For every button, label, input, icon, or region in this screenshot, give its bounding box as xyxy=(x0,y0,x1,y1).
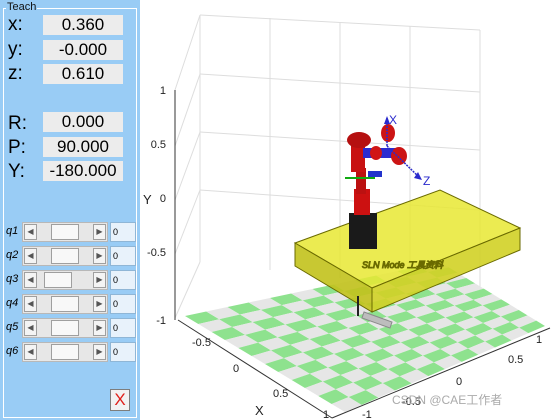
x-tick-label: -0.5 xyxy=(192,337,211,349)
y-tick-label: 0 xyxy=(456,376,462,388)
slider-thumb[interactable] xyxy=(51,344,79,360)
joint-value-q4[interactable]: 0 xyxy=(110,294,136,314)
slider-left-arrow-icon[interactable]: ◀ xyxy=(24,344,37,360)
joint-slider-q1[interactable]: ◀ ▶ xyxy=(22,222,108,242)
joint-slider-q5[interactable]: ◀ ▶ xyxy=(22,318,108,338)
y-label: y: xyxy=(8,39,23,60)
slider-thumb[interactable] xyxy=(44,272,72,288)
joint-label-q4: q4 xyxy=(6,297,19,309)
slider-right-arrow-icon[interactable]: ▶ xyxy=(93,248,106,264)
slider-right-arrow-icon[interactable]: ▶ xyxy=(93,320,106,336)
table-text: SLN Mode 工具资料 xyxy=(362,260,444,270)
z-tick-label: -1 xyxy=(156,315,166,327)
roll-value: 0.000 xyxy=(43,112,123,132)
x-axis-label: X xyxy=(255,403,264,418)
slider-left-arrow-icon[interactable]: ◀ xyxy=(24,320,37,336)
slider-thumb[interactable] xyxy=(51,296,79,312)
teach-title: Teach xyxy=(6,0,38,14)
x-label: x: xyxy=(8,14,23,35)
z-axis-label: Y xyxy=(143,192,152,207)
joint-slider-row-q1: q1 ◀ ▶ 0 xyxy=(0,222,140,242)
slider-right-arrow-icon[interactable]: ▶ xyxy=(93,272,106,288)
slider-left-arrow-icon[interactable]: ◀ xyxy=(24,224,37,240)
roll-label: R: xyxy=(8,113,27,134)
y-value: -0.000 xyxy=(43,40,123,60)
z-label: z: xyxy=(8,63,23,84)
joint-label-q1: q1 xyxy=(6,225,19,237)
joint-slider-row-q5: q5 ◀ ▶ 0 xyxy=(0,318,140,338)
teach-panel: Teach x: 0.360 y: -0.000 z: 0.610 R: 0.0… xyxy=(0,0,140,420)
y-tick-label: 0.5 xyxy=(508,354,523,366)
slider-right-arrow-icon[interactable]: ▶ xyxy=(93,344,106,360)
close-button[interactable]: X xyxy=(110,389,130,411)
slider-thumb[interactable] xyxy=(51,224,79,240)
yaw-value: -180.000 xyxy=(43,161,123,181)
slider-thumb[interactable] xyxy=(51,320,79,336)
joint-label-q3: q3 xyxy=(6,273,19,285)
joint-slider-q2[interactable]: ◀ ▶ xyxy=(22,246,108,266)
slider-left-arrow-icon[interactable]: ◀ xyxy=(24,296,37,312)
joint-slider-row-q6: q6 ◀ ▶ 0 xyxy=(0,342,140,362)
joint-label-q2: q2 xyxy=(6,249,19,261)
pitch-value: 90.000 xyxy=(43,137,123,157)
joint-value-q6[interactable]: 0 xyxy=(110,342,136,362)
z-tick-label: 0 xyxy=(160,193,166,205)
joint-slider-row-q2: q2 ◀ ▶ 0 xyxy=(0,246,140,266)
slider-right-arrow-icon[interactable]: ▶ xyxy=(93,296,106,312)
yaw-label: Y: xyxy=(8,161,25,182)
x-value: 0.360 xyxy=(43,15,123,35)
robot-shoulder-joint xyxy=(347,132,371,148)
x-tick-label: 0 xyxy=(233,363,239,375)
z-value: 0.610 xyxy=(43,64,123,84)
joint-label-q5: q5 xyxy=(6,321,19,333)
x-tick-label: 1 xyxy=(323,409,329,420)
joint-value-q5[interactable]: 0 xyxy=(110,318,136,338)
tool-frame-z-label: Z xyxy=(423,174,430,188)
slider-right-arrow-icon[interactable]: ▶ xyxy=(93,224,106,240)
z-tick-label: 1 xyxy=(160,85,166,97)
joint-value-q3[interactable]: 0 xyxy=(110,270,136,290)
z-tick-label: -0.5 xyxy=(147,247,166,259)
robot-3d-view[interactable]: SLN Mode 工具资料 X Z 1 0.5 0 -0.5 -1 -0.5 0… xyxy=(140,0,560,420)
robot-base xyxy=(349,213,377,249)
watermark: CSDN @CAE工作者 xyxy=(392,393,503,407)
slider-thumb[interactable] xyxy=(51,248,79,264)
joint-slider-q4[interactable]: ◀ ▶ xyxy=(22,294,108,314)
y-tick-label: -1 xyxy=(362,409,372,420)
joint-slider-q6[interactable]: ◀ ▶ xyxy=(22,342,108,362)
joint-label-q6: q6 xyxy=(6,345,19,357)
tool-frame-x-label: X xyxy=(389,113,397,127)
robot-base-collar xyxy=(368,171,382,177)
joint-slider-row-q3: q3 ◀ ▶ 0 xyxy=(0,270,140,290)
joint-slider-row-q4: q4 ◀ ▶ 0 xyxy=(0,294,140,314)
x-tick-label: 0.5 xyxy=(273,388,288,400)
y-tick-label: 1 xyxy=(536,334,542,346)
robot-elbow-joint xyxy=(370,146,382,160)
slider-left-arrow-icon[interactable]: ◀ xyxy=(24,272,37,288)
pitch-label: P: xyxy=(8,137,26,158)
slider-left-arrow-icon[interactable]: ◀ xyxy=(24,248,37,264)
joint-value-q1[interactable]: 0 xyxy=(110,222,136,242)
z-tick-label: 0.5 xyxy=(151,139,166,151)
robot-tool-flange xyxy=(391,147,407,165)
joint-value-q2[interactable]: 0 xyxy=(110,246,136,266)
joint-slider-q3[interactable]: ◀ ▶ xyxy=(22,270,108,290)
